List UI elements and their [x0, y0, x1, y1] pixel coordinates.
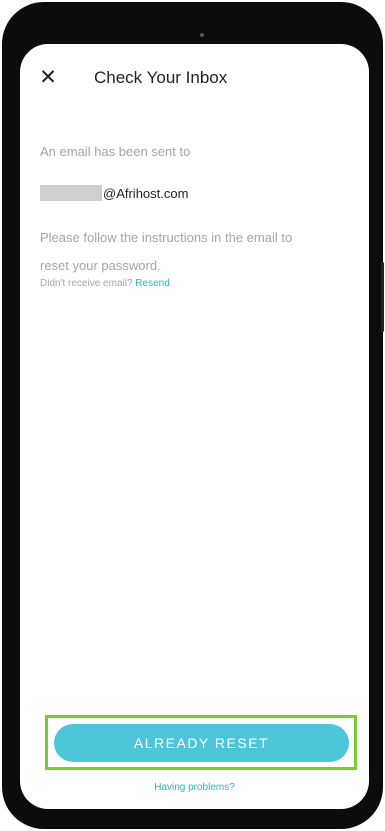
- app-screen: ✕ Check Your Inbox An email has been sen…: [20, 44, 369, 809]
- phone-frame: ✕ Check Your Inbox An email has been sen…: [2, 2, 384, 829]
- instructions-line-2: reset your password.: [40, 258, 161, 273]
- close-icon[interactable]: ✕: [38, 66, 58, 90]
- side-button: [381, 262, 384, 332]
- page-title: Check Your Inbox: [94, 68, 228, 87]
- having-problems-link[interactable]: Having problems?: [20, 782, 369, 793]
- not-received-prefix: Didn't receive email?: [40, 278, 133, 289]
- already-reset-button[interactable]: ALREADY RESET: [54, 724, 349, 762]
- front-camera: [200, 33, 204, 37]
- email-address: @Afrihost.com: [40, 184, 188, 202]
- not-received-text: Didn't receive email? Resend: [40, 278, 170, 289]
- button-highlight-frame: ALREADY RESET: [45, 715, 357, 770]
- header: ✕ Check Your Inbox: [20, 66, 369, 94]
- resend-link[interactable]: Resend: [135, 278, 169, 289]
- email-domain: @Afrihost.com: [103, 185, 189, 201]
- instructions-line-1: Please follow the instructions in the em…: [40, 230, 293, 245]
- redacted-email-user: [40, 185, 102, 201]
- sent-label: An email has been sent to: [40, 144, 191, 159]
